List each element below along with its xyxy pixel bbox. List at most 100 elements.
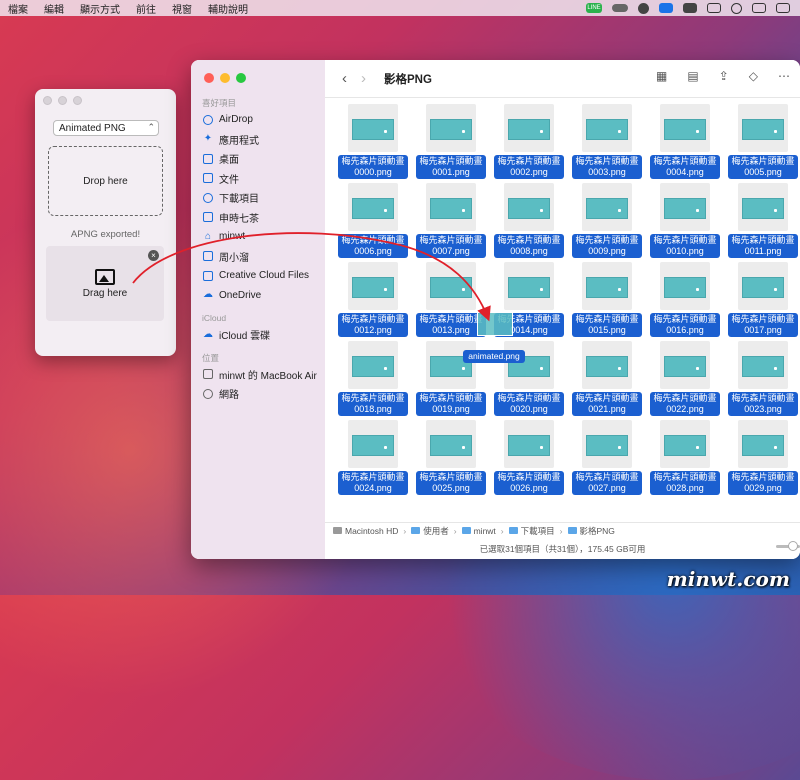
file-item[interactable]: 梅先森片頭動畫0003.png	[572, 104, 642, 180]
screen-mirror-icon[interactable]	[752, 3, 766, 13]
menu-file[interactable]: 檔案	[0, 1, 36, 16]
minimize-button[interactable]	[58, 95, 67, 105]
view-mode-icon[interactable]: ▦	[656, 69, 667, 83]
tag-icon[interactable]: ◇	[749, 69, 758, 83]
theme-icon[interactable]	[638, 2, 649, 14]
menu-go[interactable]: 前往	[128, 1, 164, 16]
file-item[interactable]: 梅先森片頭動畫0004.png	[650, 104, 720, 180]
share-icon[interactable]: ⇪	[719, 69, 729, 83]
file-item[interactable]: 梅先森片頭動畫0011.png	[728, 183, 798, 259]
icon-size-slider[interactable]	[776, 541, 800, 551]
png-preview	[742, 119, 784, 140]
sidebar-item-onedrive[interactable]: ☁ OneDrive	[191, 286, 325, 306]
line-icon[interactable]: LINE	[586, 3, 602, 13]
drop-zone[interactable]: Drop here	[48, 146, 163, 216]
file-item[interactable]: 梅先森片頭動畫0024.png	[338, 420, 408, 496]
slider-knob[interactable]	[788, 541, 798, 551]
path-crumb[interactable]: 使用者	[411, 525, 449, 537]
file-item[interactable]: 梅先森片頭動畫0025.png	[416, 420, 486, 496]
path-bar: Macintosh HD › 使用者 › minwt › 下載項目 › 影格PN…	[325, 522, 800, 538]
more-actions-icon[interactable]: ⋯	[778, 69, 790, 83]
file-item[interactable]: 梅先森片頭動畫0021.png	[572, 341, 642, 417]
file-item[interactable]: 梅先森片頭動畫0022.png	[650, 341, 720, 417]
clipboard-icon[interactable]	[659, 3, 673, 13]
file-item[interactable]: 梅先森片頭動畫0017.png	[728, 262, 798, 338]
sidebar-item-label: 周小溜	[219, 252, 249, 264]
file-name: 梅先森片頭動畫0023.png	[728, 392, 798, 416]
status-bar: 已選取31個項目（共31個），175.45 GB可用	[479, 543, 646, 554]
display-icon[interactable]	[683, 3, 697, 13]
menu-window[interactable]: 視窗	[164, 1, 200, 16]
file-item[interactable]: 梅先森片頭動畫0010.png	[650, 183, 720, 259]
keyboard-icon[interactable]	[707, 3, 721, 13]
menu-view[interactable]: 顯示方式	[72, 1, 128, 16]
zoom-button[interactable]	[236, 73, 246, 83]
path-crumb[interactable]: 影格PNG	[567, 525, 615, 537]
finder-content: ‹ › 影格PNG ▦ ▤ ⇪ ◇ ⋯ 梅先森片頭動畫0000.png 梅先森片頭…	[325, 60, 800, 559]
path-crumb[interactable]: Macintosh HD	[333, 526, 398, 536]
file-item[interactable]: 梅先森片頭動畫0028.png	[650, 420, 720, 496]
file-item[interactable]: 梅先森片頭動畫0009.png	[572, 183, 642, 259]
forward-button[interactable]: ›	[361, 70, 366, 87]
sidebar-item-home[interactable]: ⌂ minwt	[191, 227, 325, 247]
cloud-icon: ☁	[203, 289, 213, 301]
close-button[interactable]	[43, 95, 52, 105]
time-machine-icon[interactable]	[731, 2, 742, 14]
disk-icon	[333, 527, 342, 534]
photo-icon	[95, 268, 115, 285]
minimize-button[interactable]	[220, 73, 230, 83]
desktop-icon	[203, 153, 213, 164]
file-item[interactable]: 梅先森片頭動畫0006.png	[338, 183, 408, 259]
file-item[interactable]: 梅先森片頭動畫0005.png	[728, 104, 798, 180]
sidebar-item-creative-cloud[interactable]: Creative Cloud Files	[191, 266, 325, 286]
sidebar-item-label: OneDrive	[219, 289, 262, 301]
file-item[interactable]: 梅先森片頭動畫0026.png	[494, 420, 564, 496]
file-item[interactable]: 梅先森片頭動畫0027.png	[572, 420, 642, 496]
file-item[interactable]: 梅先森片頭動畫0023.png	[728, 341, 798, 417]
file-item[interactable]: 梅先森片頭動畫0015.png	[572, 262, 642, 338]
drag-zone[interactable]: Drag here	[46, 246, 164, 321]
file-name: 梅先森片頭動畫0000.png	[338, 155, 408, 179]
sidebar-item-downloads[interactable]: 下載項目	[191, 188, 325, 208]
sidebar-item-macbook[interactable]: minwt 的 MacBook Air	[191, 365, 325, 385]
path-crumb[interactable]: 下載項目	[508, 525, 555, 537]
file-item[interactable]: 梅先森片頭動畫0002.png	[494, 104, 564, 180]
sidebar-item-label: 桌面	[219, 155, 239, 167]
back-button[interactable]: ‹	[342, 70, 347, 87]
format-select[interactable]: Animated PNG ⌃	[53, 120, 159, 136]
file-item[interactable]: 梅先森片頭動畫0012.png	[338, 262, 408, 338]
airdrop-icon	[203, 114, 213, 125]
sidebar-item-documents[interactable]: 文件	[191, 169, 325, 189]
file-thumbnail	[504, 262, 554, 310]
zoom-button[interactable]	[73, 95, 82, 105]
sidebar-item-applications[interactable]: ✦ 應用程式	[191, 130, 325, 150]
sidebar-item-desktop[interactable]: 桌面	[191, 149, 325, 169]
menu-edit[interactable]: 編輯	[36, 1, 72, 16]
cloud-icon[interactable]	[612, 4, 628, 12]
file-name: 梅先森片頭動畫0003.png	[572, 155, 642, 179]
file-item[interactable]: 梅先森片頭動畫0001.png	[416, 104, 486, 180]
clear-output-button[interactable]: ×	[148, 250, 159, 261]
close-button[interactable]	[204, 73, 214, 83]
file-item[interactable]: 梅先森片頭動畫0016.png	[650, 262, 720, 338]
file-thumbnail	[582, 262, 632, 310]
menu-help[interactable]: 輔助說明	[200, 1, 256, 16]
sidebar-item-folder-1[interactable]: 申時七茶	[191, 208, 325, 228]
sidebar-section-icloud: iCloud	[202, 313, 227, 323]
file-item[interactable]: 梅先森片頭動畫0029.png	[728, 420, 798, 496]
file-item[interactable]: 梅先森片頭動畫0008.png	[494, 183, 564, 259]
png-preview	[664, 198, 706, 219]
sidebar-item-network[interactable]: 網路	[191, 384, 325, 404]
group-icon[interactable]: ▤	[687, 69, 698, 83]
png-preview	[352, 119, 394, 140]
sidebar-item-folder-2[interactable]: 周小溜	[191, 247, 325, 267]
drag-preview	[477, 312, 513, 336]
file-item[interactable]: 梅先森片頭動畫0018.png	[338, 341, 408, 417]
path-crumb[interactable]: minwt	[461, 526, 496, 536]
sidebar-item-icloud-drive[interactable]: ☁ iCloud 雲碟	[191, 325, 325, 345]
wifi-icon[interactable]	[776, 3, 790, 13]
file-item[interactable]: 梅先森片頭動畫0000.png	[338, 104, 408, 180]
file-item[interactable]: 梅先森片頭動畫0013.png	[416, 262, 486, 338]
file-item[interactable]: 梅先森片頭動畫0007.png	[416, 183, 486, 259]
sidebar-item-airdrop[interactable]: AirDrop	[191, 110, 325, 130]
